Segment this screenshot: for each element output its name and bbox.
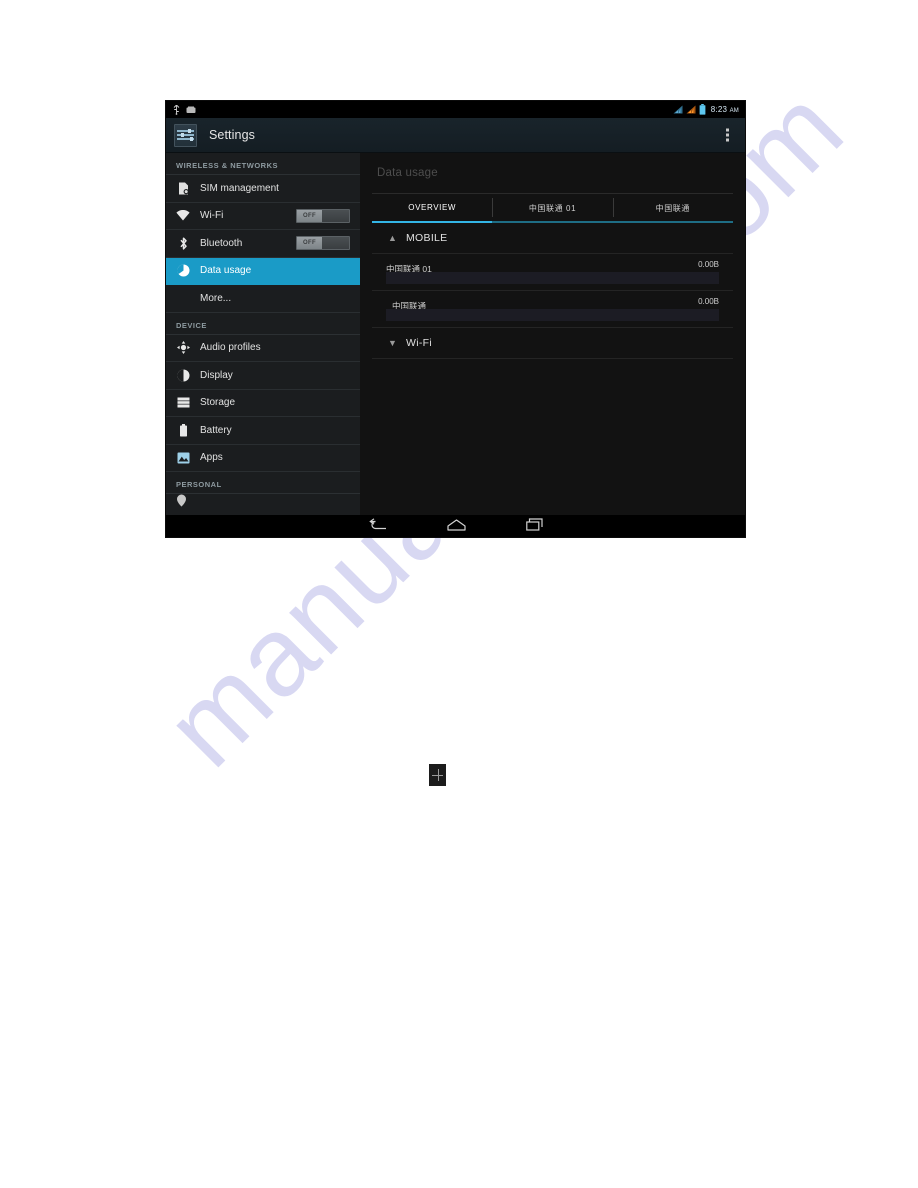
settings-sidebar[interactable]: WIRELESS & NETWORKS SIM management Wi-Fi… [166, 153, 360, 515]
display-icon [176, 368, 190, 382]
data-usage-icon [176, 264, 190, 278]
bluetooth-toggle-state: OFF [303, 240, 316, 247]
sidebar-item-apps[interactable]: Apps [166, 445, 360, 472]
status-bar-clock: 8:23 AM [710, 105, 739, 114]
sidebar-item-more[interactable]: More... [166, 285, 360, 313]
audio-profiles-icon [176, 341, 190, 355]
usage-row-sim-1[interactable]: 中国联通 01 0.00B [372, 254, 733, 291]
sidebar-header-personal: PERSONAL [166, 472, 360, 494]
sidebar-item-data-usage[interactable]: Data usage [166, 257, 360, 285]
sidebar-item-label: Data usage [200, 265, 252, 277]
signal-sim1-icon [673, 105, 683, 114]
section-label: Wi-Fi [406, 337, 432, 349]
sidebar-item-partial[interactable] [166, 494, 360, 507]
wifi-toggle[interactable]: OFF [296, 208, 350, 223]
sidebar-item-label: Storage [200, 397, 236, 409]
sidebar-item-display[interactable]: Display [166, 362, 360, 390]
usage-row-value: 0.00B [698, 260, 719, 269]
apps-icon [176, 451, 190, 465]
home-icon[interactable] [446, 518, 466, 536]
sidebar-item-sim-management[interactable]: SIM management [166, 175, 360, 203]
battery-icon [699, 104, 706, 115]
usage-row-sim-2[interactable]: 中国联通 0.00B [372, 291, 733, 328]
settings-sliders-icon [174, 123, 197, 147]
sidebar-item-bluetooth[interactable]: Bluetooth OFF [166, 230, 360, 258]
sidebar-item-label: More... [200, 292, 232, 304]
wifi-icon [176, 209, 190, 223]
chevron-down-icon: ▼ [388, 337, 397, 348]
sidebar-item-label: Display [200, 369, 233, 381]
status-bar-right-icons: 8:23 AM [673, 104, 739, 115]
usb-debug-icon [173, 104, 180, 115]
action-bar: Settings [166, 118, 745, 153]
usage-row-bar [386, 272, 719, 284]
sidebar-item-label: SIM management [200, 182, 279, 194]
sidebar-header-wireless: WIRELESS & NETWORKS [166, 153, 360, 175]
navigation-bar [166, 515, 745, 537]
broken-image-placeholder [429, 764, 446, 786]
bluetooth-toggle[interactable]: OFF [296, 236, 350, 251]
sidebar-item-storage[interactable]: Storage [166, 390, 360, 417]
status-bar-left-icons [173, 104, 196, 115]
sidebar-item-audio-profiles[interactable]: Audio profiles [166, 335, 360, 362]
sidebar-item-label: Bluetooth [200, 237, 243, 249]
tab-sim-1[interactable]: 中国联通 01 [492, 194, 612, 221]
section-label: MOBILE [406, 232, 448, 244]
bluetooth-icon [176, 236, 190, 250]
sd-card-icon [186, 106, 196, 113]
sidebar-item-wifi[interactable]: Wi-Fi OFF [166, 203, 360, 230]
sidebar-item-label: Audio profiles [200, 342, 261, 354]
wifi-toggle-state: OFF [303, 212, 316, 219]
page-title: Data usage [377, 167, 438, 179]
location-icon [176, 494, 190, 507]
sidebar-item-label: Apps [200, 452, 223, 464]
sidebar-item-battery[interactable]: Battery [166, 417, 360, 445]
tab-overview[interactable]: OVERVIEW [372, 194, 492, 221]
signal-sim2-icon [686, 105, 696, 114]
sidebar-item-label: Battery [200, 424, 232, 436]
overflow-menu-icon[interactable] [723, 126, 732, 145]
tab-active-indicator [372, 221, 493, 223]
section-header-wifi[interactable]: ▼ Wi-Fi [372, 328, 733, 359]
tab-sim-2[interactable]: 中国联通 [612, 194, 733, 221]
device-screenshot: 8:23 AM Settings WIRELESS & NETWORKS SIM… [166, 101, 745, 537]
data-usage-pane: Data usage OVERVIEW 中国联通 01 中国联通 ▲ MOBIL… [360, 153, 745, 515]
battery-icon [176, 423, 190, 437]
app-title: Settings [209, 128, 255, 142]
recents-icon[interactable] [525, 517, 543, 536]
storage-icon [176, 396, 190, 410]
status-bar: 8:23 AM [166, 101, 745, 118]
section-header-mobile[interactable]: ▲ MOBILE [372, 223, 733, 254]
bluetooth-toggle-knob: OFF [297, 237, 322, 250]
tab-underline [372, 221, 733, 223]
sidebar-header-device: DEVICE [166, 313, 360, 335]
sim-card-icon [176, 181, 190, 195]
chevron-up-icon: ▲ [388, 232, 397, 243]
usage-row-bar [386, 309, 719, 321]
content-area: WIRELESS & NETWORKS SIM management Wi-Fi… [166, 153, 745, 515]
back-arrow-icon[interactable] [368, 517, 387, 536]
tab-strip: OVERVIEW 中国联通 01 中国联通 [372, 193, 733, 221]
sidebar-item-label: Wi-Fi [200, 210, 224, 222]
wifi-toggle-knob: OFF [297, 209, 322, 222]
usage-row-value: 0.00B [698, 297, 719, 306]
